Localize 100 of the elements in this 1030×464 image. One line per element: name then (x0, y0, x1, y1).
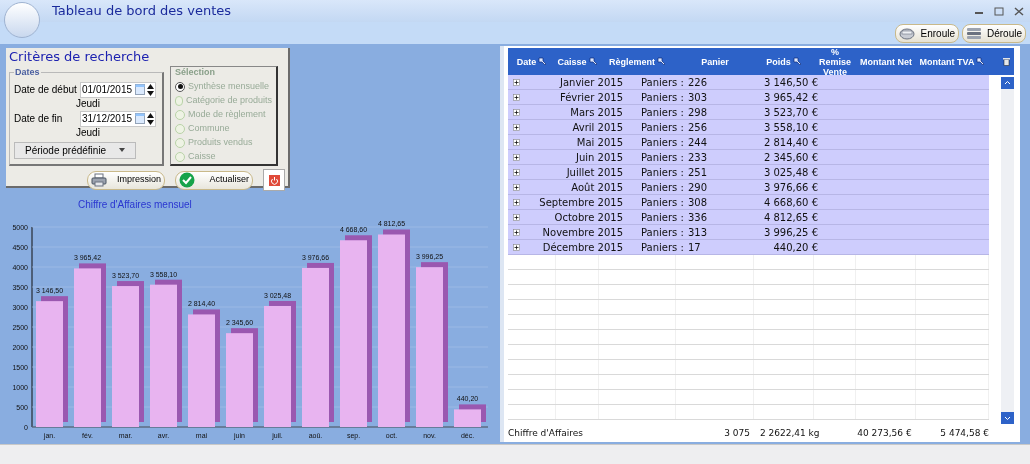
pin-icon[interactable] (588, 57, 598, 66)
expand-icon[interactable] (513, 198, 520, 206)
basket-count: 256 (688, 120, 709, 135)
grid-row[interactable]: Juillet 2015 Paniers : 251 3 025,48 € (508, 165, 989, 180)
month-text: Décembre 2015 (541, 240, 623, 255)
power-icon (268, 174, 280, 186)
expand-icon[interactable] (513, 153, 520, 161)
expand-icon[interactable] (513, 93, 520, 101)
amount-text: 3 025,48 € (762, 165, 818, 180)
pin-icon[interactable] (657, 57, 666, 66)
amount-text: 4 812,65 € (762, 210, 818, 225)
basket-count: 308 (688, 195, 709, 210)
field-label: Date de début (14, 83, 78, 97)
column-header[interactable]: Montant Net (860, 56, 912, 67)
month-text: Octobre 2015 (553, 210, 623, 225)
column-header[interactable]: Date (516, 56, 537, 67)
date-field[interactable]: 31/12/2015 (80, 110, 156, 127)
maximize-icon[interactable] (994, 6, 1004, 16)
column-header[interactable]: Montant TVA (919, 56, 975, 67)
toolbar-button[interactable]: Enroule (895, 23, 959, 43)
expand-icon[interactable] (513, 123, 520, 131)
scroll-down-icon[interactable] (1001, 412, 1014, 424)
action-button[interactable]: Actualiser (175, 170, 253, 190)
basket-label: Paniers : (641, 105, 685, 120)
expand-icon[interactable] (513, 243, 520, 251)
month-text: Mars 2015 (569, 105, 623, 120)
footer-total: 5 474,58 € (939, 427, 989, 441)
basket-label: Paniers : (641, 195, 685, 210)
footer-label: Chiffre d'Affaires (508, 427, 584, 441)
expand-icon[interactable] (513, 213, 520, 221)
checkmark-icon (179, 172, 195, 188)
trash-icon[interactable] (1003, 57, 1010, 66)
window-title: Tableau de bord des ventes (52, 2, 231, 21)
close-icon[interactable] (1014, 6, 1024, 16)
grid-row[interactable]: Août 2015 Paniers : 290 3 976,66 € (508, 180, 989, 195)
weekday-text: Jeudi (76, 126, 101, 138)
amount-text: 3 523,70 € (762, 105, 818, 120)
expand-icon[interactable] (513, 228, 520, 236)
printer-icon (91, 173, 107, 187)
column-header[interactable]: Panier (701, 56, 729, 67)
grid-row[interactable]: Mai 2015 Paniers : 244 2 814,40 € (508, 135, 989, 150)
amount-text: 3 965,42 € (762, 90, 818, 105)
basket-count: 226 (688, 75, 709, 90)
basket-count: 303 (688, 90, 709, 105)
basket-label: Paniers : (641, 210, 685, 225)
expand-icon[interactable] (513, 168, 520, 176)
date-field[interactable]: 01/01/2015 (80, 81, 156, 98)
month-text: Novembre 2015 (541, 225, 623, 240)
amount-text: 3 976,66 € (762, 180, 818, 195)
pin-icon[interactable] (792, 57, 802, 66)
expand-icon[interactable] (513, 183, 520, 191)
column-header[interactable]: Poids (766, 56, 791, 67)
basket-count: 251 (688, 165, 709, 180)
roll-up-icon (899, 26, 915, 40)
grid-row[interactable]: Mars 2015 Paniers : 298 3 523,70 € (508, 105, 989, 120)
grid-row[interactable]: Avril 2015 Paniers : 256 3 558,10 € (508, 120, 989, 135)
footer-total: 40 273,56 € (856, 427, 912, 441)
scroll-up-icon[interactable] (1001, 77, 1014, 89)
spinner-icon[interactable] (146, 82, 155, 97)
column-header[interactable]: Caisse (557, 56, 587, 67)
grid-row[interactable]: Février 2015 Paniers : 303 3 965,42 € (508, 90, 989, 105)
grid-row[interactable]: Juin 2015 Paniers : 233 2 345,60 € (508, 150, 989, 165)
month-text: Mai 2015 (575, 135, 623, 150)
column-header[interactable]: % Remise Vente (814, 46, 856, 77)
caret-icon (119, 148, 125, 152)
month-text: Avril 2015 (571, 120, 623, 135)
expand-icon[interactable] (513, 78, 520, 86)
grid-row[interactable]: Septembre 2015 Paniers : 308 4 668,60 € (508, 195, 989, 210)
amount-text: 440,20 € (772, 240, 818, 255)
close-button[interactable] (263, 169, 285, 191)
pin-icon[interactable] (976, 57, 986, 66)
month-text: Janvier 2015 (558, 75, 623, 90)
stack-icon (966, 26, 982, 40)
grid-row[interactable]: Décembre 2015 Paniers : 17 440,20 € (508, 240, 989, 255)
expand-icon[interactable] (513, 108, 520, 116)
month-text: Juin 2015 (574, 150, 623, 165)
grid-row[interactable]: Novembre 2015 Paniers : 313 3 996,25 € (508, 225, 989, 240)
basket-count: 313 (688, 225, 709, 240)
amount-text: 4 668,60 € (762, 195, 818, 210)
chart-title: Chiffre d'Affaires mensuel (78, 198, 193, 211)
basket-count: 336 (688, 210, 709, 225)
basket-count: 244 (688, 135, 709, 150)
grid-row[interactable]: Janvier 2015 Paniers : 226 3 146,50 € (508, 75, 989, 90)
spinner-icon[interactable] (146, 111, 155, 126)
scrollbar[interactable] (1001, 77, 1014, 424)
column-header[interactable]: Règlement (609, 56, 655, 67)
basket-label: Paniers : (641, 90, 685, 105)
basket-label: Paniers : (641, 135, 685, 150)
basket-label: Paniers : (641, 75, 685, 90)
action-button[interactable]: Impression (87, 170, 165, 190)
basket-label: Paniers : (641, 120, 685, 135)
weekday-text: Jeudi (76, 97, 101, 109)
preset-dropdown[interactable]: Période prédéfinie (14, 141, 136, 159)
expand-icon[interactable] (513, 138, 520, 146)
month-text: Septembre 2015 (538, 195, 623, 210)
grid-row[interactable]: Octobre 2015 Paniers : 336 4 812,65 € (508, 210, 989, 225)
toolbar-button[interactable]: Déroule (962, 23, 1026, 43)
pin-icon[interactable] (538, 57, 548, 66)
basket-count: 298 (688, 105, 709, 120)
basket-count: 290 (688, 180, 709, 195)
